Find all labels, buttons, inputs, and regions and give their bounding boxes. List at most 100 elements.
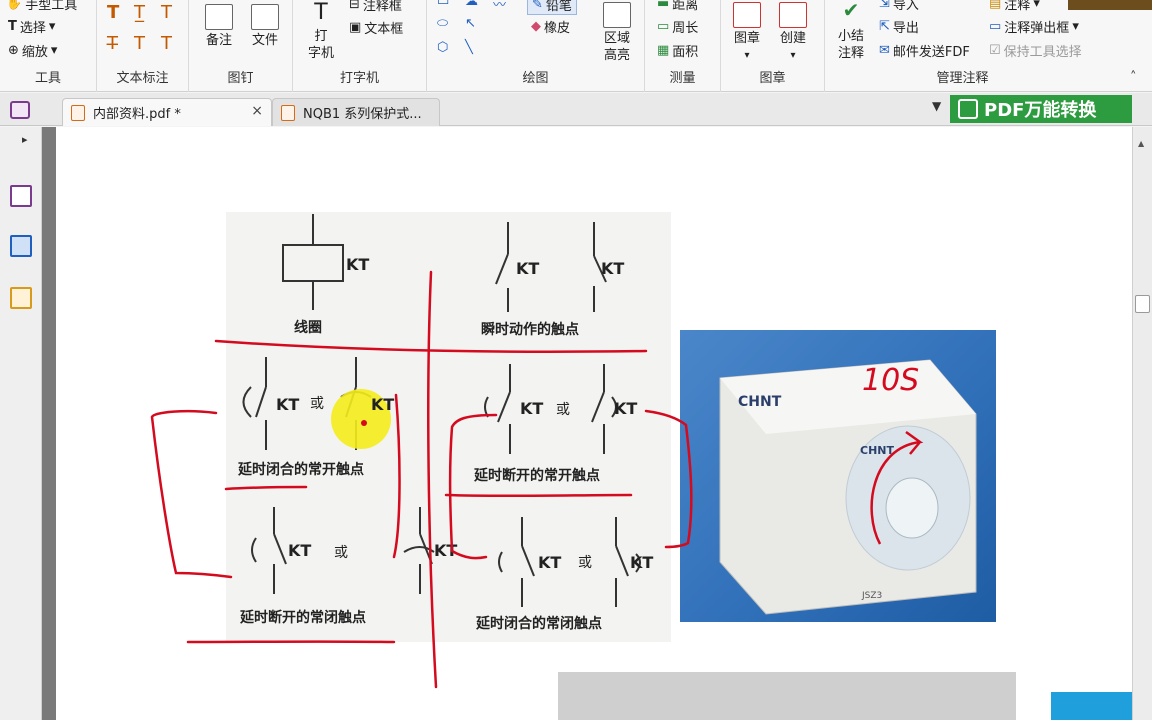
ruler-icon: ▬ (657, 0, 670, 11)
highlight-icon: T (107, 2, 120, 23)
area-highlight-label: 区域 高亮 (603, 31, 630, 63)
underline-text-button[interactable]: T̲ (134, 2, 145, 23)
area-button[interactable]: ▦ 面积 (657, 41, 698, 60)
hand-tool-label: 手型工具 (25, 0, 78, 13)
replace-text-button[interactable]: T (134, 33, 145, 54)
pen-annotations (150, 270, 693, 689)
comment-popup-button[interactable]: ▭ 注释弹出框 ▾ (989, 17, 1079, 36)
oval-button[interactable]: ⬭ (437, 16, 448, 31)
chevron-right-icon: ▸ (22, 133, 28, 146)
summarize-comments-button[interactable]: ✔ 小结 注释 (831, 0, 871, 62)
perimeter-button[interactable]: ▭ 周长 (657, 17, 698, 36)
strikeout-text-button[interactable]: T̶ (107, 33, 118, 54)
polyline-button[interactable]: 〰 (493, 0, 506, 13)
highlight-text-button[interactable]: T (107, 2, 119, 23)
pdf-file-icon (71, 105, 85, 121)
pdf-converter-banner[interactable]: PDF万能转换 (950, 95, 1132, 123)
email-fdf-button[interactable]: ✉ 邮件发送FDF (879, 41, 970, 60)
create-stamp-label: 创建 (779, 31, 806, 46)
layers-icon[interactable] (10, 235, 32, 257)
squiggly-icon: T (161, 2, 172, 23)
line-button[interactable]: ╲ (465, 40, 473, 55)
pen-connector (392, 393, 401, 559)
create-stamp-button[interactable]: 创建 ▾ (773, 2, 813, 64)
comments-button[interactable]: ▤ 注释 ▾ (989, 0, 1040, 13)
chevron-down-icon: ▼ (932, 99, 942, 113)
tab-internal-material[interactable]: 内部资料.pdf * × (62, 98, 272, 126)
stamp-icon (733, 2, 761, 28)
file-attach-button[interactable]: 文件 (245, 4, 285, 49)
squiggly-text-button[interactable]: T (161, 2, 172, 23)
ribbon-group-label: 测量 (669, 71, 696, 86)
replace-icon: T (134, 33, 145, 54)
expand-panel-button[interactable]: ▸ (22, 133, 28, 146)
keep-tool-label: 保持工具选择 (1003, 45, 1082, 60)
textbox-icon: ▣ (349, 20, 362, 35)
chevron-down-icon: ▾ (48, 19, 56, 34)
export-button[interactable]: ⇱ 导出 (879, 17, 919, 36)
ribbon-group-label: 管理注释 (936, 71, 989, 86)
arrow-button[interactable]: ↖ (465, 16, 476, 31)
textbox-button[interactable]: ▣ 文本框 (349, 18, 403, 37)
polygon-button[interactable]: ⬡ (437, 40, 448, 55)
import-button[interactable]: ⇲ 导入 (879, 0, 919, 13)
ribbon-group-measure: ▬ 距离 ▭ 周长 ▦ 面积 测量 (645, 0, 721, 92)
typewriter-icon: T (314, 0, 328, 25)
stamp-label: 图章 (733, 31, 760, 46)
zoom-tool-button[interactable]: ⊕ 缩放 ▾ (8, 41, 57, 60)
tab-nqb1-series[interactable]: NQB1 系列保护式... (272, 98, 440, 126)
scroll-up-button[interactable]: ▲ (1138, 139, 1144, 148)
select-tool-button[interactable]: T 选择 ▾ (8, 17, 55, 36)
area-label: 面积 (672, 45, 699, 60)
hand-tool-button[interactable]: ✋ 手型工具 (6, 0, 77, 13)
distance-button[interactable]: ▬ 距离 (657, 0, 698, 13)
pencil-button[interactable]: ✎ 铅笔 (527, 0, 577, 15)
export-label: 导出 (892, 21, 919, 36)
select-tool-label: 选择 (19, 21, 46, 36)
typewriter-button[interactable]: T 打 字机 (303, 0, 339, 62)
tab-label: 内部资料.pdf * (93, 107, 181, 122)
converter-icon (958, 99, 978, 119)
rectangle-button[interactable]: ▭ (437, 0, 449, 9)
document-viewport[interactable]: KT KT KT KT KT KT KT KT KT KT KT 或 或 或 或… (42, 127, 1132, 720)
pdf-converter-label: PDF万能转换 (984, 100, 1097, 121)
pen-vertical-divider (427, 270, 438, 689)
ribbon-group-pin: 备注 文件 图钉 (189, 0, 293, 92)
callout-label: 注释框 (362, 0, 402, 14)
rectangle-icon: ▭ (437, 0, 450, 9)
create-stamp-icon (779, 2, 807, 28)
cloud-button[interactable]: ☁ (465, 0, 478, 9)
tab-list-dropdown[interactable]: ▼ (932, 99, 941, 113)
keep-tool-checkbox[interactable]: ☑ 保持工具选择 (989, 41, 1082, 60)
insert-text-button[interactable]: T (161, 33, 172, 54)
checkmark-icon: ✔ (842, 0, 860, 22)
eraser-button[interactable]: ◆ 橡皮 (531, 17, 570, 36)
chevron-down-icon: ▾ (1033, 0, 1040, 11)
collapse-ribbon-button[interactable]: ˄ (1130, 70, 1137, 85)
underline-icon: T̲ (134, 2, 145, 23)
note-button[interactable]: 备注 (199, 4, 239, 49)
pen-underline-right (444, 493, 633, 498)
vertical-scrollbar[interactable]: ▲ (1132, 127, 1152, 720)
pdf-page: KT KT KT KT KT KT KT KT KT KT KT 或 或 或 或… (56, 127, 1132, 720)
pen-dot (361, 420, 367, 426)
textbox-label: 文本框 (364, 22, 404, 37)
pencil-label: 铅笔 (545, 0, 572, 14)
distance-label: 距离 (672, 0, 699, 13)
stamp-button[interactable]: 图章 ▾ (727, 2, 767, 64)
callout-button[interactable]: ⊟ 注释框 (349, 0, 402, 14)
close-icon[interactable]: × (251, 103, 263, 119)
zoom-icon: ⊕ (8, 43, 19, 58)
ribbon-group-text-markup: T T̲ T T̶ T T 文本标注 (97, 0, 189, 92)
page-thumbnails-icon[interactable] (10, 185, 32, 207)
comment-popup-label: 注释弹出框 (1004, 21, 1070, 36)
area-highlight-button[interactable]: 区域 高亮 (597, 2, 637, 64)
scrollbar-thumb[interactable] (1135, 295, 1150, 313)
eraser-label: 橡皮 (544, 21, 571, 36)
polyline-icon: 〰 (493, 0, 507, 13)
comments-panel-icon[interactable] (10, 287, 32, 309)
pen-right-bracket (644, 409, 693, 549)
summarize-comments-label: 小结 注释 (837, 29, 864, 61)
ribbon-group-manage-comments: ✔ 小结 注释 ⇲ 导入 ⇱ 导出 ✉ 邮件发送FDF ▤ 注释 ▾ ▭ 注释弹出框 ▾ ☑ 保持… (825, 0, 1100, 92)
cloud-icon: ☁ (465, 0, 478, 9)
